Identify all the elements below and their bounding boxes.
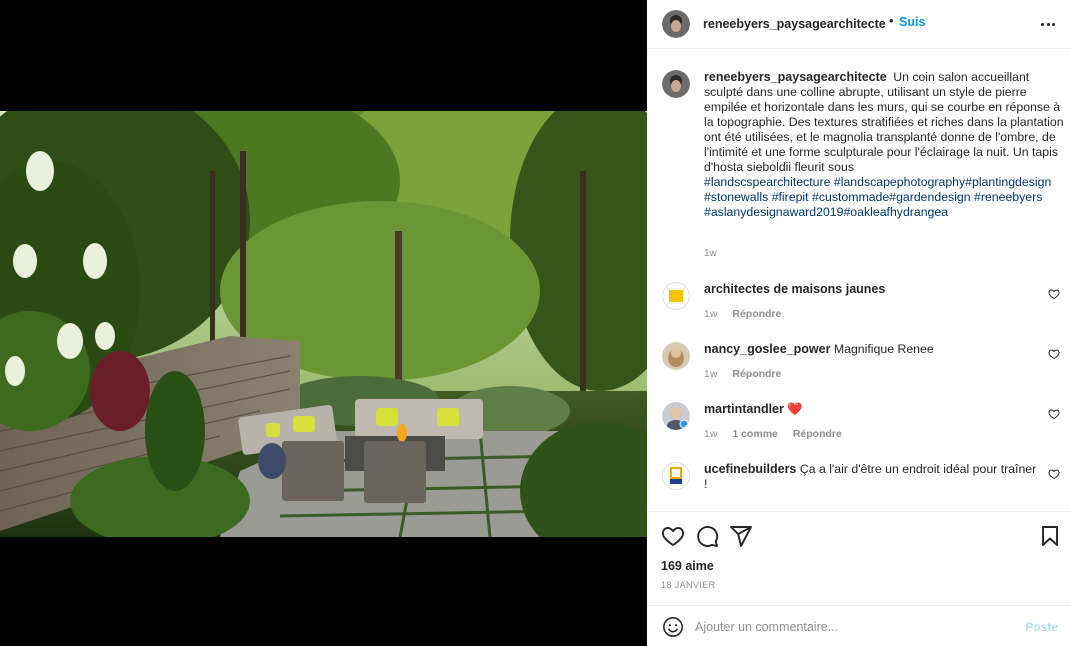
comment-text: martintandler ❤️ bbox=[704, 402, 1039, 417]
comment-body: ❤️ bbox=[787, 402, 803, 416]
comment-likes-count[interactable]: 1 comme bbox=[732, 428, 778, 440]
comment-heart-icon[interactable] bbox=[1048, 468, 1060, 480]
post-panel: reneebyers_paysagearchitecte • Suis rene… bbox=[647, 0, 1070, 646]
comment-time: 1w bbox=[704, 368, 718, 380]
caption-time: 1w bbox=[704, 248, 717, 259]
add-comment-bar: Poste bbox=[647, 605, 1070, 646]
reply-button[interactable]: Répondre bbox=[732, 368, 781, 380]
comment-time: 1w bbox=[704, 308, 718, 320]
post-header: reneebyers_paysagearchitecte • Suis bbox=[647, 0, 1070, 49]
post-actions: 169 aime 18 JANVIER bbox=[647, 511, 1070, 605]
comment-meta: 1w Répondre bbox=[704, 308, 793, 320]
comment-time: 1w bbox=[704, 428, 718, 440]
follow-button[interactable]: Suis bbox=[899, 15, 925, 29]
bookmark-icon[interactable] bbox=[1038, 524, 1062, 548]
comment-username[interactable]: ucefinebuilders bbox=[704, 462, 796, 476]
comment-body: Magnifique Renee bbox=[833, 342, 934, 356]
caption-username[interactable]: reneebyers_paysagearchitecte bbox=[704, 70, 887, 84]
comment-item: nancy_goslee_power Magnifique Renee 1w R… bbox=[647, 342, 1070, 400]
reply-button[interactable]: Répondre bbox=[732, 308, 781, 320]
media-viewer bbox=[0, 0, 647, 646]
comment-username[interactable]: architectes de maisons jaunes bbox=[704, 282, 885, 296]
post-caption: reneebyers_paysagearchitecte Un coin sal… bbox=[704, 70, 1064, 220]
comment-bubble-icon[interactable] bbox=[695, 524, 719, 548]
author-username[interactable]: reneebyers_paysagearchitecte bbox=[703, 17, 886, 31]
comment-username[interactable]: martintandler bbox=[704, 402, 784, 416]
caption-hashtags[interactable]: #landscspearchitecture #landscapephotogr… bbox=[704, 175, 1051, 219]
paper-plane-icon[interactable] bbox=[729, 524, 753, 548]
commenter-avatar[interactable] bbox=[662, 402, 690, 430]
likes-count[interactable]: 169 aime bbox=[661, 559, 714, 573]
comment-text: ucefinebuilders Ça a l'air d'être un end… bbox=[704, 462, 1039, 492]
comment-text: nancy_goslee_power Magnifique Renee bbox=[704, 342, 1039, 357]
comments-list[interactable]: reneebyers_paysagearchitecte Un coin sal… bbox=[647, 50, 1070, 511]
comment-item: ucefinebuilders Ça a l'air d'être un end… bbox=[647, 462, 1070, 511]
heart-icon[interactable] bbox=[661, 524, 685, 548]
comment-item: architectes de maisons jaunes 1w Répondr… bbox=[647, 282, 1070, 340]
commenter-avatar[interactable] bbox=[662, 462, 690, 490]
commenter-avatar[interactable] bbox=[662, 282, 690, 310]
caption-text: Un coin salon accueillant sculpté dans u… bbox=[704, 70, 1064, 174]
comment-heart-icon[interactable] bbox=[1048, 288, 1060, 300]
author-avatar[interactable] bbox=[662, 10, 690, 38]
comment-item: martintandler ❤️ 1w 1 comme Répondre bbox=[647, 402, 1070, 460]
comment-heart-icon[interactable] bbox=[1048, 348, 1060, 360]
post-date: 18 JANVIER bbox=[661, 580, 716, 590]
emoji-icon[interactable] bbox=[662, 616, 684, 638]
caption-author-avatar[interactable] bbox=[662, 70, 690, 98]
comment-text: architectes de maisons jaunes bbox=[704, 282, 1039, 297]
reply-button[interactable]: Répondre bbox=[793, 428, 842, 440]
comment-meta: 1w Répondre bbox=[704, 368, 793, 380]
commenter-avatar[interactable] bbox=[662, 342, 690, 370]
post-photo[interactable] bbox=[0, 111, 647, 537]
post-comment-button[interactable]: Poste bbox=[1025, 620, 1058, 634]
comment-username[interactable]: nancy_goslee_power bbox=[704, 342, 830, 356]
follow-separator: • bbox=[889, 14, 894, 28]
comment-meta: 1w 1 comme Répondre bbox=[704, 428, 854, 440]
more-options-icon[interactable] bbox=[1041, 14, 1055, 34]
garden-photo bbox=[0, 111, 647, 537]
comment-input[interactable] bbox=[695, 615, 1005, 639]
comment-heart-icon[interactable] bbox=[1048, 408, 1060, 420]
